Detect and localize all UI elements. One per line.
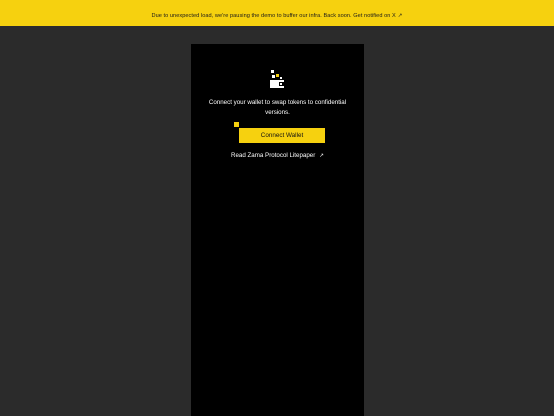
banner-message: Due to unexpected load, we're pausing th… — [151, 13, 396, 19]
litepaper-link[interactable]: Read Zama Protocol Litepaper ↗ — [191, 152, 364, 159]
connect-instructions-line-2: versions. — [265, 109, 290, 116]
connect-instructions: Connect your wallet to swap tokens to co… — [191, 98, 364, 118]
connect-wallet-button[interactable]: Connect Wallet — [239, 128, 325, 143]
wallet-connect-panel: Connect your wallet to swap tokens to co… — [191, 44, 364, 416]
wallet-icon — [270, 70, 285, 88]
announcement-banner: Due to unexpected load, we're pausing th… — [0, 0, 554, 26]
litepaper-link-label: Read Zama Protocol Litepaper — [231, 152, 316, 159]
decorative-square — [234, 122, 239, 127]
connect-instructions-line-1: Connect your wallet to swap tokens to co… — [208, 99, 347, 106]
banner-notify-link[interactable]: Due to unexpected load, we're pausing th… — [152, 4, 403, 22]
external-arrow-icon: ↗ — [319, 153, 324, 159]
external-arrow-icon: ↗ — [397, 13, 403, 19]
